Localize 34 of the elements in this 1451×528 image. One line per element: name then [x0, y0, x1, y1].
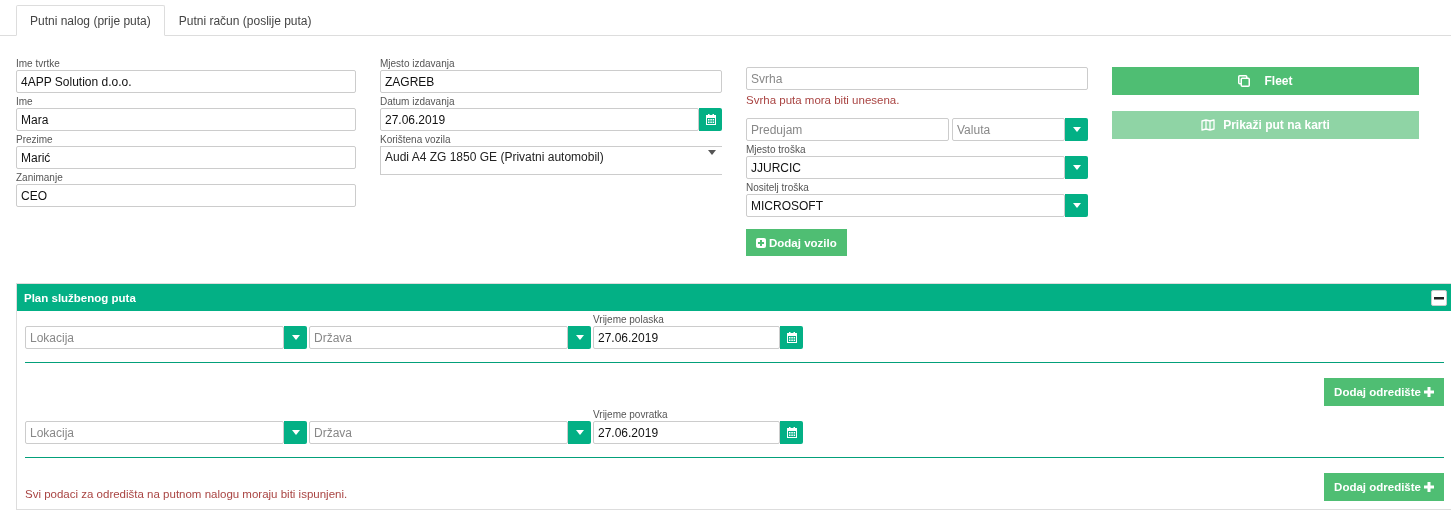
tab[interactable]: Putni račun (poslije puta) [164, 5, 326, 36]
field-label: Vrijeme povratka [593, 408, 669, 421]
field-label: Ime [16, 95, 34, 108]
input-field[interactable]: Svrha [746, 67, 1088, 90]
input-field[interactable]: 4APP Solution d.o.o. [16, 70, 356, 93]
input-field[interactable]: 27.06.2019 [593, 421, 780, 444]
input-field[interactable]: JJURCIC [746, 156, 1065, 179]
field-label: Nositelj troška [746, 181, 810, 194]
field-label: Korištena vozila [380, 133, 452, 146]
input-field[interactable]: Lokacija [25, 326, 284, 349]
input-field[interactable]: Marić [16, 146, 356, 169]
panel-title: Plan službenog puta [24, 291, 136, 304]
input-field[interactable]: Država [309, 421, 568, 444]
field-label: Mjesto troška [746, 143, 807, 156]
field-label: Zanimanje [16, 171, 64, 184]
tab[interactable]: Putni nalog (prije puta) [16, 5, 165, 36]
field-label: Mjesto izdavanja [380, 57, 456, 70]
input-field[interactable]: MICROSOFT [746, 194, 1065, 217]
input-field[interactable]: Mara [16, 108, 356, 131]
listbox-item[interactable]: Audi A4 ZG 1850 GE (Privatni automobil) [385, 150, 604, 174]
input-field[interactable]: 27.06.2019 [593, 326, 780, 349]
input-field[interactable]: Predujam [746, 118, 949, 141]
field-label: Prezime [16, 133, 54, 146]
input-field[interactable]: CEO [16, 184, 356, 207]
vehicle-listbox[interactable]: Audi A4 ZG 1850 GE (Privatni automobil) [380, 146, 722, 175]
input-field[interactable]: Valuta [952, 118, 1065, 141]
field-label: Vrijeme polaska [593, 313, 665, 326]
error-message: Svrha puta mora biti unesena. [746, 94, 901, 106]
input-field[interactable]: Država [309, 326, 568, 349]
input-field[interactable]: ZAGREB [380, 70, 722, 93]
field-label: Ime tvrtke [16, 57, 61, 70]
input-field[interactable]: Lokacija [25, 421, 284, 444]
input-field[interactable]: 27.06.2019 [380, 108, 699, 131]
field-label: Datum izdavanja [380, 95, 456, 108]
